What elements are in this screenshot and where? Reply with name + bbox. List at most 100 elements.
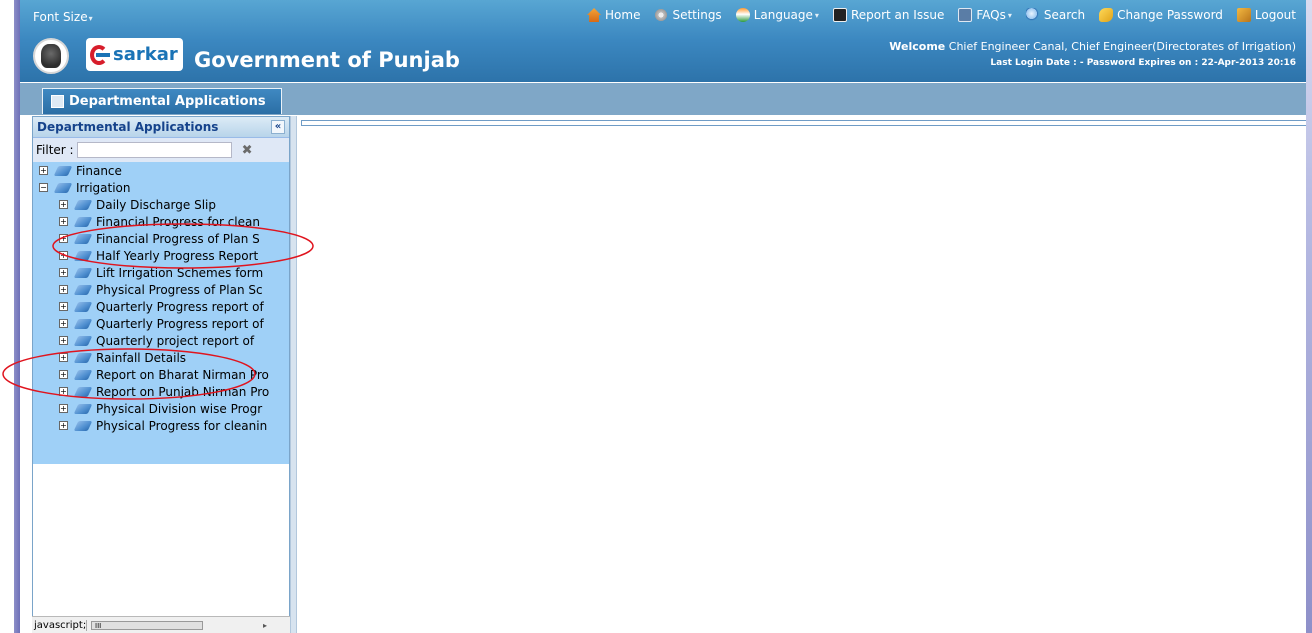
key-icon — [1099, 8, 1114, 22]
app-icon — [51, 95, 64, 108]
tree-item-label: Physical Progress for cleanin — [96, 418, 268, 433]
sidebar-header: Departmental Applications « — [33, 117, 289, 138]
node-icon — [73, 301, 93, 312]
horizontal-scrollbar[interactable]: III — [91, 621, 203, 630]
tree-item[interactable]: + Financial Progress of Plan S — [33, 230, 289, 247]
scroll-right-icon[interactable]: ▸ — [263, 621, 267, 630]
faq-icon — [958, 8, 973, 22]
expand-icon[interactable]: + — [59, 387, 68, 396]
tree-item-label: Financial Progress of Plan S — [96, 231, 260, 246]
expand-icon[interactable]: + — [59, 200, 68, 209]
app-tree: + Finance − Irrigation + Daily Discharge Slip… — [33, 162, 289, 464]
tree-item-label: Half Yearly Progress Report — [96, 248, 259, 263]
language-menu[interactable]: Language ▾ — [735, 8, 819, 22]
filter-row: Filter : ✖ — [33, 138, 289, 162]
header-bar: Font Size▾ Home Settings Language ▾ Repor… — [20, 0, 1306, 82]
tree-item-label: Quarterly project report of — [96, 333, 255, 348]
tree-item[interactable]: + Physical Progress of Plan Sc — [33, 281, 289, 298]
font-size-menu[interactable]: Font Size▾ — [33, 10, 93, 24]
tab-departmental-applications[interactable]: Departmental Applications — [42, 88, 282, 114]
chevron-down-icon: ▾ — [814, 10, 819, 20]
language-label: Language — [753, 8, 813, 22]
node-icon — [73, 233, 93, 244]
tree-item[interactable]: + Report on Bharat Nirman Pro — [33, 366, 289, 383]
site-title: Government of Punjab — [194, 48, 460, 72]
expand-icon[interactable]: + — [59, 336, 68, 345]
expand-icon[interactable]: + — [39, 166, 48, 175]
settings-link[interactable]: Settings — [654, 8, 722, 22]
tree-item[interactable]: + Physical Division wise Progr — [33, 400, 289, 417]
tree-item-label: Rainfall Details — [96, 350, 187, 365]
tree-item[interactable]: − Irrigation — [33, 179, 289, 196]
tree-item[interactable]: + Daily Discharge Slip — [33, 196, 289, 213]
expand-icon[interactable]: + — [59, 404, 68, 413]
expand-icon[interactable]: + — [59, 217, 68, 226]
node-icon — [73, 284, 93, 295]
node-icon — [73, 250, 93, 261]
welcome-prefix: Welcome — [889, 40, 946, 53]
tree-item[interactable]: + Financial Progress for clean — [33, 213, 289, 230]
welcome-text: Welcome Chief Engineer Canal, Chief Engi… — [889, 40, 1296, 53]
tree-item-label: Financial Progress for clean — [96, 214, 260, 229]
node-icon — [73, 369, 93, 380]
gear-icon — [654, 8, 669, 22]
tree-item-label: Lift Irrigation Schemes form — [96, 265, 264, 280]
tree-item-label: Daily Discharge Slip — [96, 197, 216, 212]
tab-label: Departmental Applications — [69, 94, 266, 109]
expand-icon[interactable]: + — [59, 234, 68, 243]
expand-icon[interactable]: + — [59, 251, 68, 260]
welcome-user: Chief Engineer Canal, Chief Engineer(Dir… — [948, 40, 1296, 53]
report-issue-link[interactable]: Report an Issue — [832, 8, 944, 22]
emblem-logo — [33, 38, 69, 74]
filter-label: Filter : — [36, 143, 74, 157]
expand-icon[interactable]: + — [59, 353, 68, 362]
clear-filter-icon[interactable]: ✖ — [242, 143, 253, 158]
tree-item[interactable]: + Quarterly Progress report of — [33, 298, 289, 315]
tree-item[interactable]: + Rainfall Details — [33, 349, 289, 366]
tree-item[interactable]: + Half Yearly Progress Report — [33, 247, 289, 264]
chevron-down-icon: ▾ — [1007, 10, 1012, 20]
tree-item[interactable]: + Quarterly Progress report of — [33, 315, 289, 332]
sidebar-empty-area — [33, 464, 289, 633]
expand-icon[interactable]: + — [59, 285, 68, 294]
node-icon — [73, 386, 93, 397]
collapse-icon[interactable]: « — [271, 120, 285, 134]
change-password-link[interactable]: Change Password — [1099, 8, 1223, 22]
font-size-label: Font Size — [33, 10, 88, 24]
expand-icon[interactable]: + — [59, 370, 68, 379]
logout-link[interactable]: Logout — [1236, 8, 1296, 22]
expand-icon[interactable]: + — [59, 421, 68, 430]
tree-item[interactable]: + Physical Progress for cleanin — [33, 417, 289, 434]
tree-item-label: Physical Progress of Plan Sc — [96, 282, 263, 297]
expand-icon[interactable]: + — [59, 268, 68, 277]
splitter-handle[interactable] — [290, 116, 297, 633]
expand-icon[interactable]: + — [59, 302, 68, 311]
expand-icon[interactable]: + — [59, 319, 68, 328]
faqs-label: FAQs — [976, 8, 1006, 22]
sidebar-title: Departmental Applications — [37, 120, 219, 134]
filter-input[interactable] — [76, 142, 232, 158]
home-icon — [587, 8, 602, 22]
window-right-edge — [1306, 0, 1312, 633]
node-icon — [53, 182, 73, 193]
status-text: javascript; — [34, 620, 87, 631]
faqs-menu[interactable]: FAQs ▾ — [958, 8, 1012, 22]
logout-icon — [1236, 8, 1251, 22]
node-icon — [73, 199, 93, 210]
node-icon — [73, 216, 93, 227]
collapse-node-icon[interactable]: − — [39, 183, 48, 192]
search-link[interactable]: Search — [1025, 8, 1085, 22]
change-password-label: Change Password — [1117, 8, 1223, 22]
language-icon — [735, 8, 750, 22]
tree-item[interactable]: + Quarterly project report of — [33, 332, 289, 349]
tree-item[interactable]: + Finance — [33, 162, 289, 179]
tree-item-label: Finance — [76, 163, 122, 178]
node-icon — [73, 335, 93, 346]
login-info: Last Login Date : - Password Expires on … — [990, 58, 1296, 68]
tree-item-label: Quarterly Progress report of — [96, 299, 264, 314]
settings-label: Settings — [672, 8, 722, 22]
tree-item[interactable]: + Report on Punjab Nirman Pro — [33, 383, 289, 400]
tree-item-label: Quarterly Progress report of — [96, 316, 264, 331]
home-link[interactable]: Home — [587, 8, 640, 22]
tree-item[interactable]: + Lift Irrigation Schemes form — [33, 264, 289, 281]
